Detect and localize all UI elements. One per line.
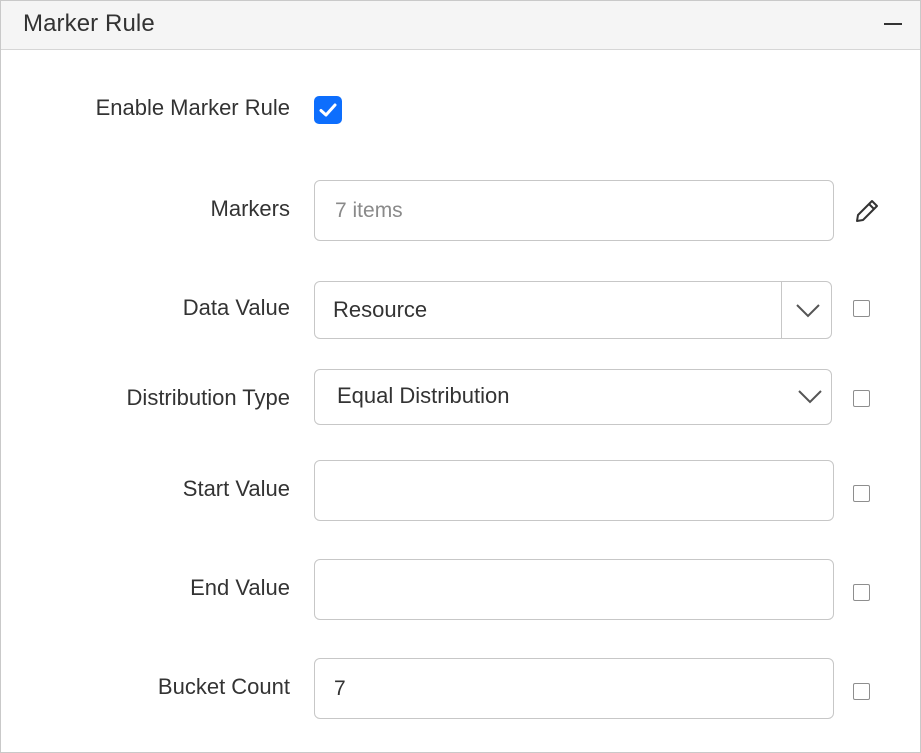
end-value-field[interactable]	[314, 559, 834, 620]
distribution-type-dropdown[interactable]: Equal Distribution	[314, 369, 832, 425]
panel-header[interactable]: Marker Rule	[1, 1, 920, 50]
markers-placeholder: 7 items	[335, 199, 403, 222]
chevron-down-icon[interactable]	[797, 386, 823, 406]
distribution-type-selected: Equal Distribution	[337, 383, 510, 408]
data-value-checkbox[interactable]	[853, 300, 870, 317]
bucket-count-value: 7	[334, 677, 346, 700]
panel-title: Marker Rule	[23, 10, 155, 37]
minus-icon[interactable]	[881, 13, 905, 37]
marker-rule-panel: Marker Rule Enable Marker Rule Markers 7…	[0, 0, 921, 753]
enable-marker-rule-label: Enable Marker Rule	[95, 95, 290, 120]
distribution-type-label: Distribution Type	[126, 385, 290, 410]
distribution-type-checkbox[interactable]	[853, 390, 870, 407]
data-value-dropdown[interactable]: Resource	[314, 281, 832, 339]
end-value-label: End Value	[190, 575, 290, 600]
enable-marker-rule-checkbox[interactable]	[314, 96, 342, 124]
start-value-label: Start Value	[182, 476, 290, 501]
chevron-down-icon[interactable]	[795, 300, 821, 320]
end-value-checkbox[interactable]	[853, 584, 870, 601]
checkmark-icon	[319, 103, 337, 117]
markers-field[interactable]: 7 items	[314, 180, 834, 241]
bucket-count-field[interactable]: 7	[314, 658, 834, 719]
bucket-count-checkbox[interactable]	[853, 683, 870, 700]
start-value-checkbox[interactable]	[853, 485, 870, 502]
data-value-label: Data Value	[182, 295, 290, 320]
data-value-selected: Resource	[333, 297, 428, 322]
dropdown-divider	[781, 282, 782, 338]
bucket-count-label: Bucket Count	[157, 674, 290, 699]
markers-label: Markers	[210, 196, 290, 221]
start-value-field[interactable]	[314, 460, 834, 521]
pencil-icon[interactable]	[853, 197, 881, 225]
